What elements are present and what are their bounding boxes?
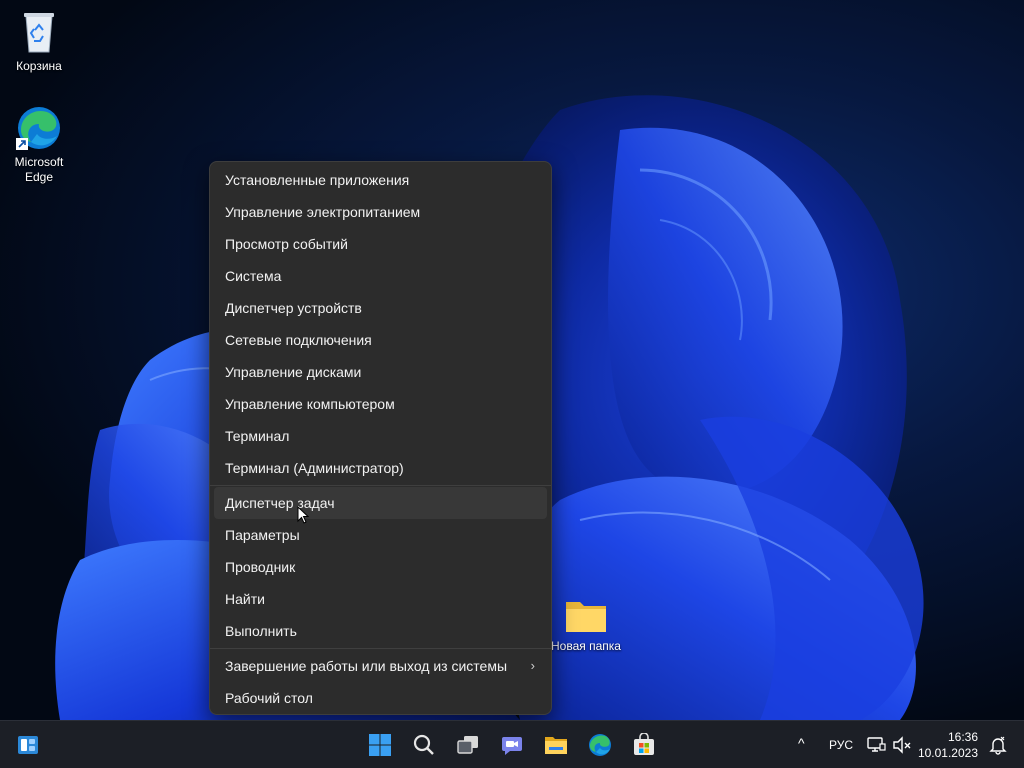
notifications-button[interactable] <box>984 727 1012 763</box>
menu-item-task-manager[interactable]: Диспетчер задач <box>214 487 547 519</box>
menu-item-computer-management[interactable]: Управление компьютером <box>214 388 547 420</box>
notification-bell-icon <box>989 736 1007 755</box>
menu-item-power-options[interactable]: Управление электропитанием <box>214 196 547 228</box>
network-icon <box>867 737 886 752</box>
menu-item-device-manager[interactable]: Диспетчер устройств <box>214 292 547 324</box>
menu-item-terminal-admin[interactable]: Терминал (Администратор) <box>214 452 547 484</box>
show-hidden-icons-chevron[interactable]: ^ <box>798 735 805 751</box>
quick-link-menu: Установленные приложения Управление элек… <box>209 161 552 715</box>
search-button[interactable] <box>406 727 442 763</box>
widgets-icon <box>18 736 38 754</box>
chat-icon <box>502 737 522 755</box>
new-folder-label: Новая папка <box>551 639 621 653</box>
volume-muted-icon <box>893 736 911 754</box>
edge-desktop-icon <box>15 104 63 152</box>
new-folder-shortcut[interactable]: Новая папка <box>548 596 624 654</box>
chat-button[interactable] <box>494 727 530 763</box>
menu-item-shutdown-signout[interactable]: Завершение работы или выход из системы › <box>214 650 547 682</box>
recycle-bin-label: Корзина <box>16 59 62 73</box>
menu-item-file-explorer[interactable]: Проводник <box>214 551 547 583</box>
edge-taskbar-button[interactable] <box>582 727 618 763</box>
menu-separator <box>210 485 551 486</box>
clock[interactable]: 16:36 10.01.2023 <box>918 729 978 761</box>
mouse-cursor-icon <box>297 506 309 524</box>
folder-icon <box>564 596 608 636</box>
file-explorer-button[interactable] <box>538 727 574 763</box>
task-view-button[interactable] <box>450 727 486 763</box>
clock-date: 10.01.2023 <box>917 746 978 760</box>
taskbar: ^ РУС 16:36 10.01.2023 <box>0 720 1024 768</box>
network-button[interactable] <box>862 727 890 763</box>
menu-item-terminal[interactable]: Терминал <box>214 420 547 452</box>
file-explorer-icon <box>545 737 567 754</box>
menu-item-settings[interactable]: Параметры <box>214 519 547 551</box>
input-language-indicator[interactable]: РУС <box>829 738 853 752</box>
menu-item-shutdown-label: Завершение работы или выход из системы <box>225 658 508 674</box>
store-icon <box>634 733 654 755</box>
start-button[interactable] <box>362 727 398 763</box>
menu-item-disk-management[interactable]: Управление дисками <box>214 356 547 388</box>
menu-item-event-viewer[interactable]: Просмотр событий <box>214 228 547 260</box>
edge-shortcut-label: Microsoft Edge <box>14 155 64 184</box>
widgets-button[interactable] <box>10 727 46 763</box>
store-button[interactable] <box>626 727 662 763</box>
search-icon <box>413 734 434 755</box>
menu-item-system[interactable]: Система <box>214 260 547 292</box>
menu-item-search[interactable]: Найти <box>214 583 547 615</box>
recycle-bin-icon <box>15 8 63 56</box>
edge-icon <box>589 734 611 756</box>
chevron-right-icon: › <box>530 658 535 673</box>
edge-shortcut[interactable]: Microsoft Edge <box>3 104 75 185</box>
volume-button[interactable] <box>888 727 916 763</box>
menu-item-desktop[interactable]: Рабочий стол <box>214 682 547 714</box>
recycle-bin-shortcut[interactable]: Корзина <box>3 8 75 74</box>
menu-separator <box>210 648 551 649</box>
menu-item-run[interactable]: Выполнить <box>214 615 547 647</box>
task-view-icon <box>457 736 478 754</box>
menu-item-installed-apps[interactable]: Установленные приложения <box>214 164 547 196</box>
menu-item-network-connections[interactable]: Сетевые подключения <box>214 324 547 356</box>
start-icon <box>369 734 391 756</box>
clock-time: 16:36 <box>947 730 978 744</box>
